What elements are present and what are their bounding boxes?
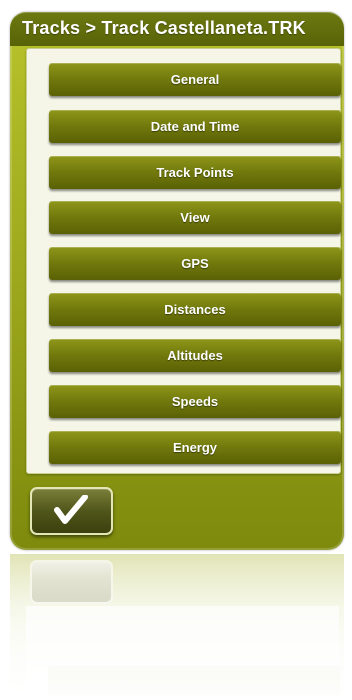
panel-reflection [10, 554, 344, 700]
reflection-fade [10, 554, 344, 700]
date-and-time-button[interactable]: Date and Time [49, 110, 341, 143]
title-bar: Tracks > Track Castellaneta.TRK [10, 12, 344, 46]
track-panel: Tracks > Track Castellaneta.TRK General … [10, 12, 344, 550]
screen: Tracks > Track Castellaneta.TRK General … [0, 0, 352, 700]
general-button[interactable]: General [49, 63, 341, 96]
checkmark-icon [54, 495, 88, 524]
page-title: Tracks > Track Castellaneta.TRK [22, 18, 306, 38]
distances-button[interactable]: Distances [49, 293, 341, 326]
gps-button[interactable]: GPS [49, 247, 341, 280]
menu-container: General Date and Time Track Points View … [26, 48, 341, 474]
menu-list: General Date and Time Track Points View … [27, 49, 341, 473]
energy-button[interactable]: Energy [49, 431, 341, 464]
speeds-button[interactable]: Speeds [49, 385, 341, 418]
altitudes-button[interactable]: Altitudes [49, 339, 341, 372]
track-points-button[interactable]: Track Points [49, 156, 341, 189]
ok-button[interactable] [30, 487, 113, 535]
view-button[interactable]: View [49, 201, 341, 234]
